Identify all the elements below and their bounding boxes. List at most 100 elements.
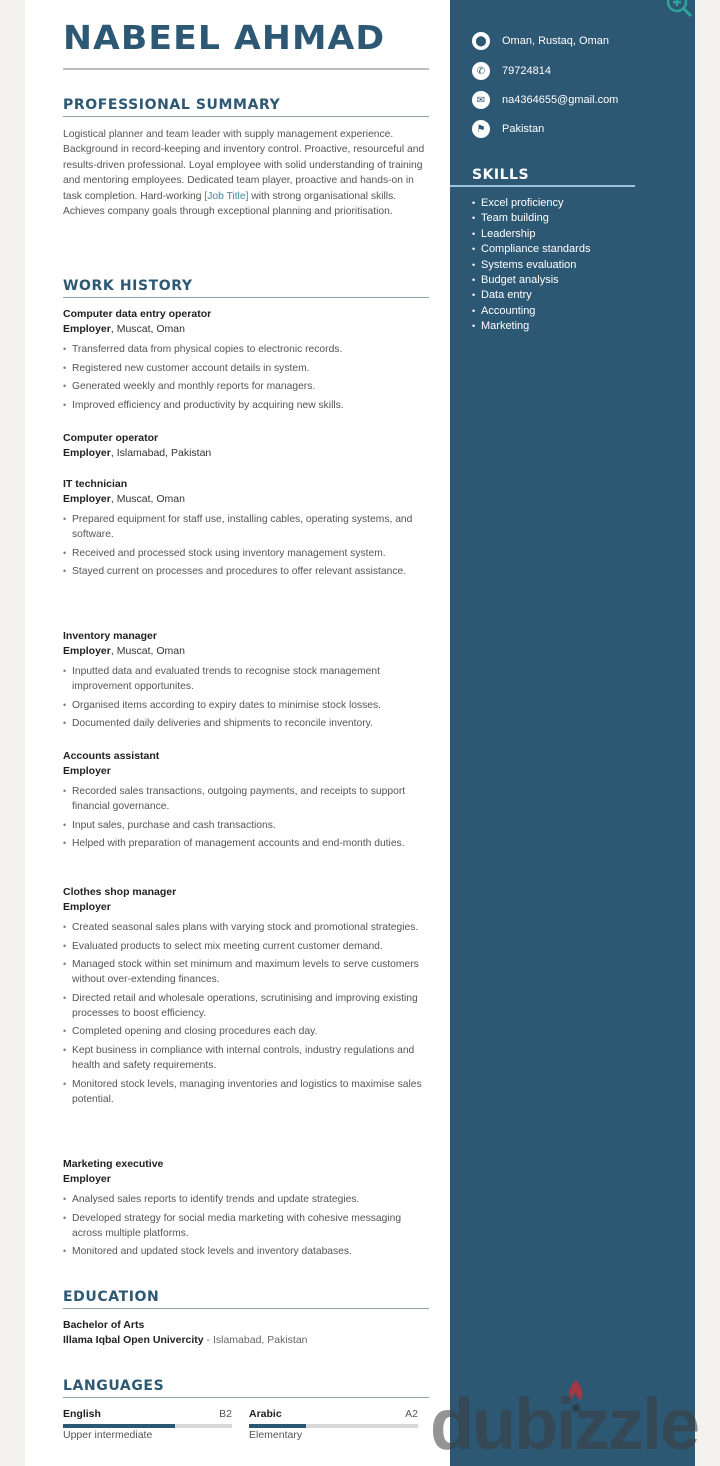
employer-location: , Muscat, Oman bbox=[110, 323, 185, 335]
education-heading: EDUCATION bbox=[63, 1289, 429, 1309]
language-proficiency-fill bbox=[249, 1424, 307, 1428]
employer-location: , Muscat, Oman bbox=[110, 493, 185, 505]
job-bullet: Prepared equipment for staff use, instal… bbox=[63, 512, 429, 542]
skill-item: Budget analysis bbox=[472, 273, 590, 289]
school-line: Illama Iqbal Open Univercity - Islamabad… bbox=[63, 1333, 429, 1348]
job-bullet: Managed stock within set minimum and max… bbox=[63, 957, 429, 987]
language-level: B2 bbox=[219, 1408, 232, 1420]
employer-name: Employer bbox=[63, 493, 111, 505]
job-title: Clothes shop manager bbox=[63, 886, 177, 898]
language-description: Upper intermediate bbox=[63, 1429, 153, 1441]
education-entry: Bachelor of Arts Illama Iqbal Open Unive… bbox=[63, 1318, 429, 1348]
summary-text: Logistical planner and team leader with … bbox=[63, 127, 429, 219]
job-employer-line: Employer, Muscat, Oman bbox=[63, 492, 429, 507]
job-bullet: Kept business in compliance with interna… bbox=[63, 1043, 429, 1073]
job-bullet: Input sales, purchase and cash transacti… bbox=[63, 818, 429, 833]
employer-location: , Islamabad, Pakistan bbox=[110, 447, 212, 459]
skills-heading: SKILLS bbox=[472, 167, 530, 183]
job-bullet: Received and processed stock using inven… bbox=[63, 546, 429, 561]
employer-location: , Muscat, Oman bbox=[110, 645, 185, 657]
job-employer-line: Employer bbox=[63, 764, 429, 779]
job-bullet: Stayed current on processes and procedur… bbox=[63, 564, 429, 579]
skill-item: Team building bbox=[472, 211, 590, 227]
contact-item: ⚑ Pakistan bbox=[472, 120, 544, 138]
job-employer-line: Employer bbox=[63, 1172, 429, 1187]
job-bullet: Monitored stock levels, managing invento… bbox=[63, 1077, 429, 1107]
job-bullets: Recorded sales transactions, outgoing pa… bbox=[63, 784, 429, 852]
job-title: IT technician bbox=[63, 478, 128, 490]
degree: Bachelor of Arts bbox=[63, 1319, 145, 1331]
language-level: A2 bbox=[405, 1408, 418, 1420]
job-entry: IT technician Employer, Muscat, Oman Prepa… bbox=[63, 477, 429, 583]
employer-name: Employer bbox=[63, 1173, 111, 1185]
flag-icon: ⚑ bbox=[472, 120, 490, 138]
job-title: Inventory manager bbox=[63, 630, 157, 642]
job-entry: Accounts assistant Employer Recorded sales… bbox=[63, 749, 429, 855]
job-entry: Computer data entry operator Employer, Mu… bbox=[63, 307, 429, 416]
job-employer-line: Employer, Muscat, Oman bbox=[63, 644, 429, 659]
job-bullets: Transferred data from physical copies to… bbox=[63, 342, 429, 413]
language-name: English bbox=[63, 1408, 101, 1420]
employer-name: Employer bbox=[63, 447, 111, 459]
language-item: Arabic A2 Elementary bbox=[249, 1407, 418, 1443]
job-bullets: Analysed sales reports to identify trend… bbox=[63, 1192, 429, 1260]
skills-list: Excel proficiencyTeam buildingLeadership… bbox=[472, 196, 590, 335]
contact-item: ✉ na4364655@gmail.com bbox=[472, 91, 618, 109]
job-bullet: Generated weekly and monthly reports for… bbox=[63, 379, 429, 394]
employer-name: Employer bbox=[63, 645, 111, 657]
skill-item: Systems evaluation bbox=[472, 258, 590, 274]
job-bullet: Inputted data and evaluated trends to re… bbox=[63, 664, 429, 694]
contact-item: ⬤ Oman, Rustaq, Oman bbox=[472, 32, 609, 50]
job-entry: Marketing executive Employer Analysed sale… bbox=[63, 1157, 429, 1263]
languages-heading: LANGUAGES bbox=[63, 1378, 429, 1398]
language-item: English B2 Upper intermediate bbox=[63, 1407, 232, 1443]
job-bullet: Transferred data from physical copies to… bbox=[63, 342, 429, 357]
language-header: English B2 bbox=[63, 1407, 232, 1422]
school-name: Illama Iqbal Open Univercity bbox=[63, 1334, 204, 1346]
contact-text: Oman, Rustaq, Oman bbox=[502, 35, 609, 47]
summary-heading: PROFESSIONAL SUMMARY bbox=[63, 97, 429, 117]
contact-text: Pakistan bbox=[502, 123, 545, 135]
job-entry: Inventory manager Employer, Muscat, Oman I… bbox=[63, 629, 429, 735]
contact-text[interactable]: na4364655@gmail.com bbox=[502, 94, 618, 106]
job-bullet: Improved efficiency and productivity by … bbox=[63, 398, 429, 413]
job-bullets: Prepared equipment for staff use, instal… bbox=[63, 512, 429, 580]
job-entry: Computer operator Employer, Islamabad, Pa… bbox=[63, 431, 429, 461]
skills-divider bbox=[450, 185, 635, 187]
phone-icon: ✆ bbox=[472, 62, 490, 80]
job-bullet: Helped with preparation of management ac… bbox=[63, 836, 429, 851]
job-bullets: Inputted data and evaluated trends to re… bbox=[63, 664, 429, 732]
employer-name: Employer bbox=[63, 901, 111, 913]
skill-item: Accounting bbox=[472, 304, 590, 320]
language-header: Arabic A2 bbox=[249, 1407, 418, 1422]
contact-text: 79724814 bbox=[502, 65, 551, 77]
job-bullet: Recorded sales transactions, outgoing pa… bbox=[63, 784, 429, 814]
job-bullet: Documented daily deliveries and shipment… bbox=[63, 716, 429, 731]
job-bullet: Evaluated products to select mix meeting… bbox=[63, 939, 429, 954]
skill-item: Excel proficiency bbox=[472, 196, 590, 212]
language-proficiency-bar bbox=[63, 1424, 232, 1428]
candidate-name: NABEEL AHMAD bbox=[63, 18, 386, 57]
job-bullet: Registered new customer account details … bbox=[63, 361, 429, 376]
skill-item: Compliance standards bbox=[472, 242, 590, 258]
contact-item: ✆ 79724814 bbox=[472, 62, 551, 80]
zoom-in-icon[interactable] bbox=[664, 0, 692, 20]
job-entry: Clothes shop manager Employer Created seas… bbox=[63, 885, 429, 1110]
skill-item: Data entry bbox=[472, 288, 590, 304]
job-title-placeholder-link[interactable]: [Job Title] bbox=[204, 191, 248, 202]
employer-name: Employer bbox=[63, 765, 111, 777]
job-title: Marketing executive bbox=[63, 1158, 164, 1170]
job-bullet: Completed opening and closing procedures… bbox=[63, 1024, 429, 1039]
job-bullet: Directed retail and wholesale operations… bbox=[63, 991, 429, 1021]
job-bullet: Organised items according to expiry date… bbox=[63, 698, 429, 713]
email-icon: ✉ bbox=[472, 91, 490, 109]
job-employer-line: Employer, Muscat, Oman bbox=[63, 322, 429, 337]
job-bullet: Created seasonal sales plans with varyin… bbox=[63, 920, 429, 935]
job-employer-line: Employer bbox=[63, 900, 429, 915]
job-title: Accounts assistant bbox=[63, 750, 160, 762]
language-name: Arabic bbox=[249, 1408, 282, 1420]
job-bullet: Developed strategy for social media mark… bbox=[63, 1211, 429, 1241]
languages-list: English B2 Upper intermediate Arabic A2 … bbox=[63, 1407, 418, 1443]
language-proficiency-bar bbox=[249, 1424, 418, 1428]
job-employer-line: Employer, Islamabad, Pakistan bbox=[63, 446, 429, 461]
